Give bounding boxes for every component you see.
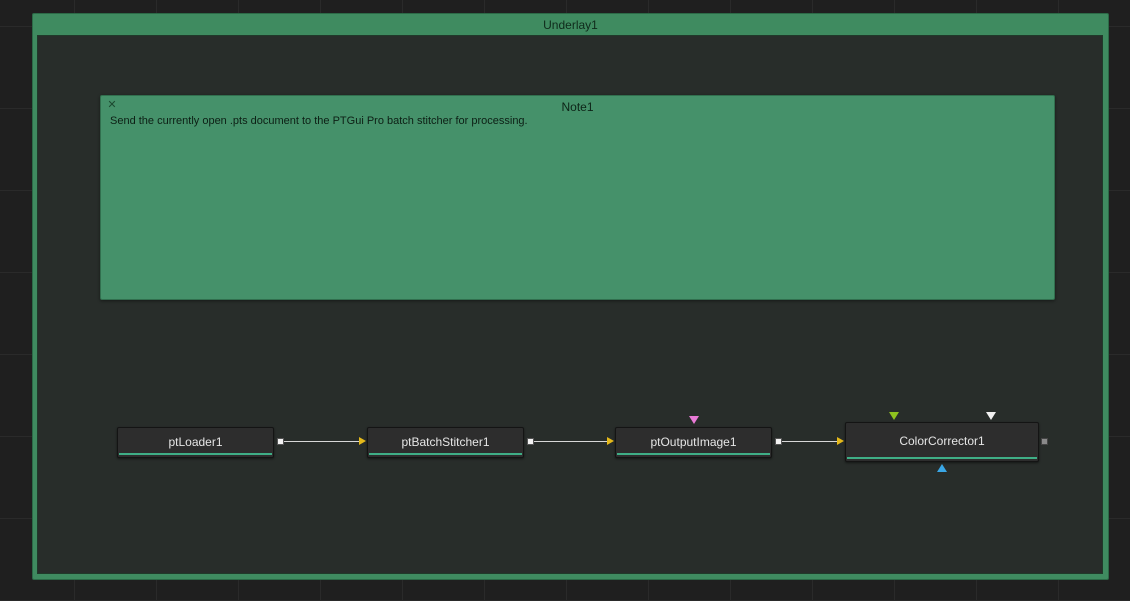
note-text[interactable]: Send the currently open .pts document to…: [110, 114, 1045, 128]
node-ptoutputimage1[interactable]: ptOutputImage1: [615, 427, 772, 458]
input-arrow-icon[interactable]: [607, 437, 614, 445]
connection-wire: [284, 441, 359, 442]
white-input-icon[interactable]: [986, 412, 996, 420]
node-ptloader1[interactable]: ptLoader1: [117, 427, 274, 458]
output-port-icon[interactable]: [775, 438, 782, 445]
underlay-title: Underlay1: [543, 18, 598, 32]
connection-wire: [534, 441, 607, 442]
output-port-icon[interactable]: [527, 438, 534, 445]
node-label: ptBatchStitcher1: [401, 435, 490, 449]
green-input-icon[interactable]: [889, 412, 899, 420]
node-colorcorrector1[interactable]: ColorCorrector1: [845, 422, 1039, 462]
connection-wire: [782, 441, 837, 442]
input-arrow-icon[interactable]: [359, 437, 366, 445]
node-label: ptLoader1: [168, 435, 223, 449]
node-ptbatchstitcher1[interactable]: ptBatchStitcher1: [367, 427, 524, 458]
input-arrow-icon[interactable]: [837, 437, 844, 445]
mask-input-icon[interactable]: [689, 416, 699, 424]
blue-input-icon[interactable]: [937, 464, 947, 472]
output-port-icon[interactable]: [1041, 438, 1048, 445]
note1[interactable]: ✕ Note1 Send the currently open .pts doc…: [100, 95, 1055, 300]
output-port-icon[interactable]: [277, 438, 284, 445]
node-label: ColorCorrector1: [899, 434, 985, 448]
note-title: Note1: [561, 100, 594, 114]
node-label: ptOutputImage1: [650, 435, 737, 449]
